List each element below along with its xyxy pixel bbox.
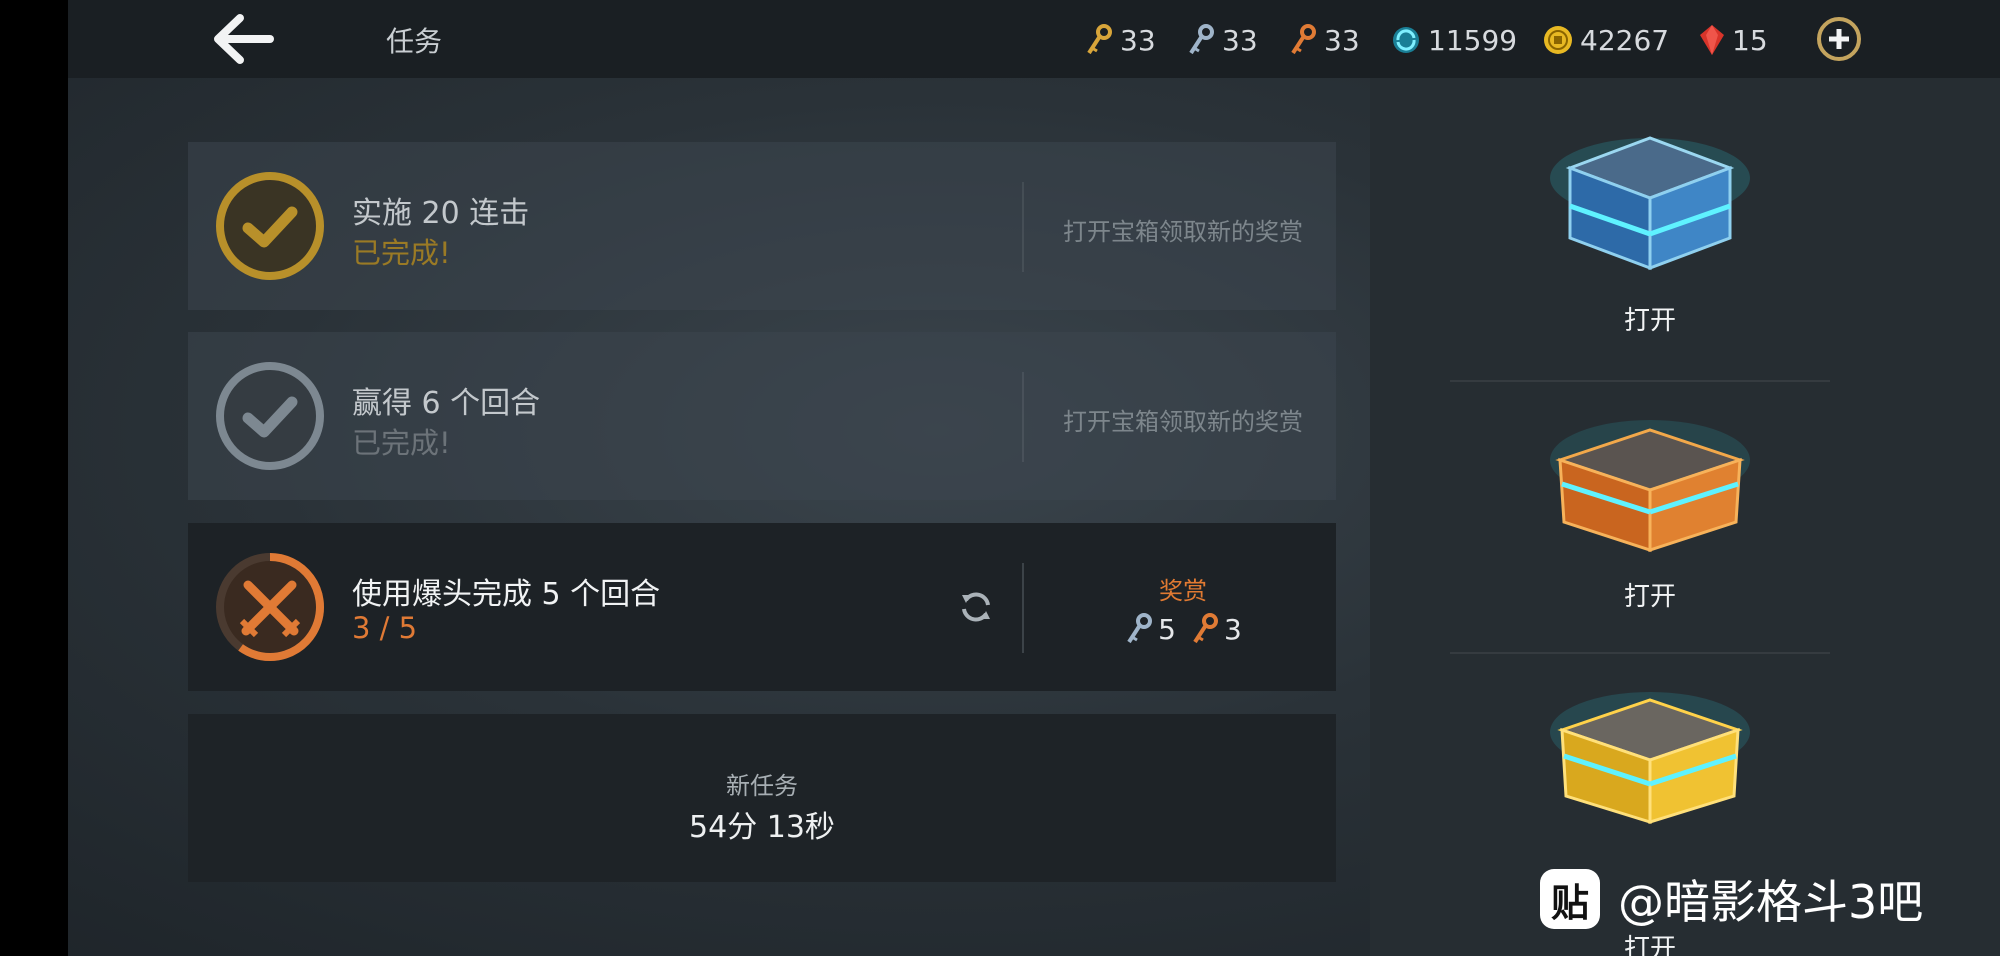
reward-silver-key: 5: [1124, 612, 1176, 646]
gold-key-icon: [1087, 24, 1112, 55]
gold-key-count: 33: [1120, 23, 1156, 57]
refresh-icon: [962, 592, 990, 622]
reward-bronze-key-amount: 3: [1224, 612, 1242, 646]
chest-slot-gold: 打开: [1370, 622, 2000, 956]
open-chest-button[interactable]: 打开: [1370, 300, 1930, 337]
refresh-quest-button[interactable]: [958, 589, 994, 625]
blue-chest-icon[interactable]: [1540, 118, 1760, 288]
bronze-key-counter: 33: [1288, 20, 1360, 60]
quest-status: 已完成!: [352, 236, 451, 270]
page-title: 任务: [386, 25, 443, 58]
divider: [1022, 372, 1024, 462]
silver-key-icon: [1127, 613, 1153, 644]
quest-title: 使用爆头完成 5 个回合: [352, 577, 661, 612]
ruby-gem-icon: [1700, 25, 1724, 55]
quest-card-headshot: 使用爆头完成 5 个回合 3 / 5 奖赏 5 3: [188, 523, 1336, 691]
top-bar: 任务 33 33 33 11599 42267 15: [68, 0, 2000, 78]
divider: [1022, 182, 1024, 272]
plus-icon: [1817, 17, 1861, 61]
completed-check-icon: [216, 362, 324, 470]
reward-title: 奖赏: [1159, 577, 1207, 605]
energy-orb-counter: 11599: [1390, 20, 1517, 60]
gold-coin-count: 42267: [1580, 23, 1670, 57]
bronze-key-icon: [1193, 613, 1218, 644]
add-currency-button[interactable]: [1816, 16, 1862, 62]
tieba-logo-icon: 贴: [1540, 869, 1600, 929]
chest-slot-blue: 打开: [1370, 78, 2000, 350]
gold-coin-icon: [1544, 26, 1572, 54]
energy-orb-count: 11599: [1428, 23, 1518, 57]
new-quest-label: 新任务: [726, 772, 798, 800]
completed-check-icon: [216, 172, 324, 280]
new-quest-countdown: 54分 13秒: [689, 810, 835, 845]
open-chest-hint: 打开宝箱领取新的奖赏: [1063, 218, 1303, 246]
reward-silver-key-amount: 5: [1158, 612, 1176, 646]
quest-title: 赢得 6 个回合: [352, 386, 541, 421]
gold-key-counter: 33: [1084, 20, 1156, 60]
new-quest-timer: 新任务 54分 13秒: [188, 714, 1336, 882]
silver-key-icon: [1189, 24, 1214, 55]
quest-title: 实施 20 连击: [352, 196, 530, 231]
energy-orb-icon: [1393, 27, 1419, 53]
quest-progress: 3 / 5: [352, 611, 418, 645]
open-chest-hint: 打开宝箱领取新的奖赏: [1063, 408, 1303, 436]
bronze-chest-icon[interactable]: [1540, 400, 1760, 570]
open-chest-button[interactable]: 打开: [1370, 576, 1930, 613]
reward-list: 5 3: [1038, 612, 1328, 646]
reward-bronze-key: 3: [1190, 612, 1242, 646]
bronze-key-count: 33: [1324, 23, 1360, 57]
crossed-swords-icon: [216, 553, 324, 661]
divider: [1022, 563, 1024, 653]
chest-panel: 打开 打开 打开: [1370, 78, 2000, 956]
reward-box: 奖赏 5 3: [1038, 571, 1328, 646]
chest-slot-bronze: 打开: [1370, 350, 2000, 622]
ruby-gem-count: 15: [1732, 23, 1768, 57]
quest-card-rounds: 赢得 6 个回合 已完成! 打开宝箱领取新的奖赏: [188, 332, 1336, 500]
quest-status: 已完成!: [352, 426, 451, 460]
quest-card-combo: 实施 20 连击 已完成! 打开宝箱领取新的奖赏: [188, 142, 1336, 310]
ruby-gem-counter: 15: [1698, 20, 1768, 60]
silver-key-counter: 33: [1186, 20, 1258, 60]
watermark: 贴 @暗影格斗3吧: [1540, 866, 1923, 932]
watermark-text: @暗影格斗3吧: [1618, 875, 1924, 929]
silver-key-count: 33: [1222, 23, 1258, 57]
game-screen: 任务 33 33 33 11599 42267 15 实施 20 连击 已完成!…: [68, 0, 2000, 956]
open-chest-button[interactable]: 打开: [1370, 928, 1930, 956]
bronze-key-icon: [1291, 24, 1316, 55]
back-arrow-icon[interactable]: [210, 12, 276, 66]
gold-coin-counter: 42267: [1542, 20, 1669, 60]
gold-chest-icon[interactable]: [1540, 672, 1760, 842]
